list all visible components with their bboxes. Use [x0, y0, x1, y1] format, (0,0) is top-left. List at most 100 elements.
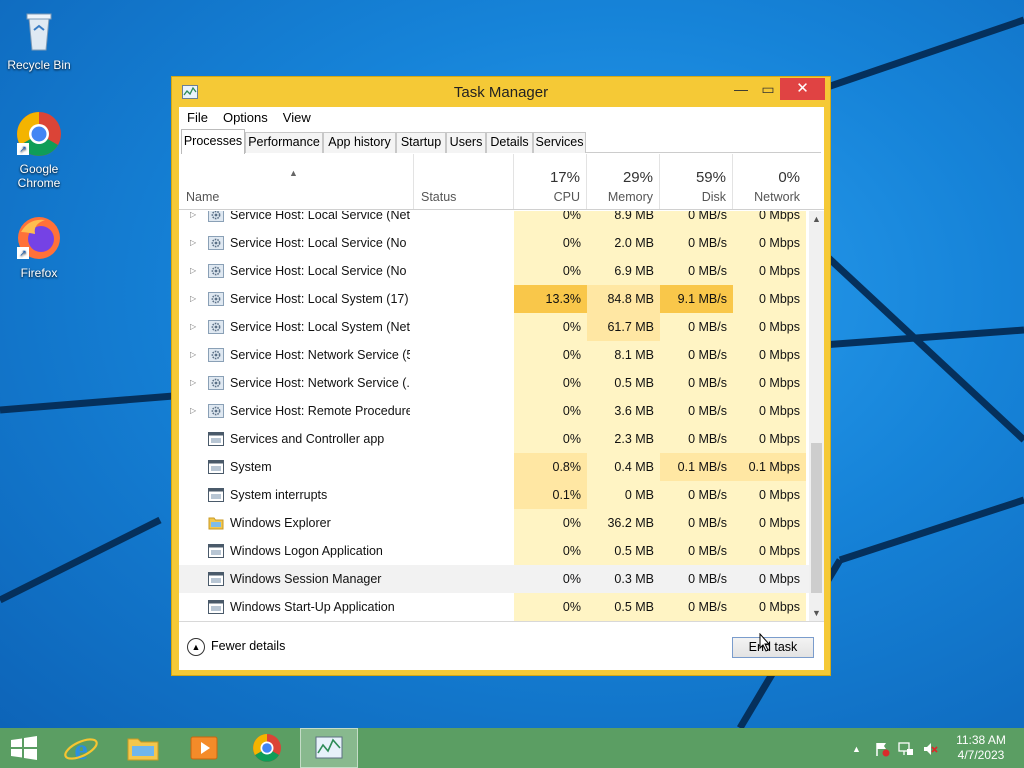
- process-cpu: 0%: [514, 397, 587, 425]
- network-icon[interactable]: [898, 741, 914, 757]
- fewer-details-button[interactable]: ▲ Fewer details: [187, 637, 285, 657]
- vertical-scrollbar[interactable]: ▲ ▼: [809, 211, 824, 621]
- process-network: 0 Mbps: [733, 211, 806, 229]
- tab-details[interactable]: Details: [486, 132, 533, 153]
- table-row[interactable]: System interrupts 0.1% 0 MB 0 MB/s 0 Mbps: [179, 481, 809, 509]
- process-disk: 0 MB/s: [688, 572, 727, 586]
- tab-app-history[interactable]: App history: [323, 132, 396, 153]
- process-memory: 36.2 MB: [587, 509, 660, 537]
- process-list: ▷ Service Host: Local Service (Net... 0% 8.…: [179, 211, 809, 621]
- process-disk: 0 MB/s: [660, 229, 733, 257]
- process-memory: 2.0 MB: [587, 229, 660, 257]
- process-cpu: 0%: [514, 369, 587, 397]
- table-row[interactable]: ▷ Service Host: Remote Procedure... 0% 3.6 …: [179, 397, 809, 425]
- task-manager-icon: [315, 736, 343, 759]
- process-memory: 0.5 MB: [587, 593, 660, 621]
- column-network[interactable]: 0% Network: [733, 154, 806, 209]
- column-name[interactable]: Name: [179, 154, 414, 209]
- table-row[interactable]: System 0.8% 0.4 MB 0.1 MB/s 0.1 Mbps: [179, 453, 809, 481]
- start-button[interactable]: [0, 728, 48, 768]
- action-center-flag-icon[interactable]: [874, 741, 890, 757]
- desktop-icon-firefox[interactable]: ↗ Firefox: [3, 214, 75, 280]
- gear-icon: [208, 404, 224, 418]
- desktop-icon-label: Recycle Bin: [7, 58, 71, 72]
- table-row[interactable]: Windows Explorer 0% 36.2 MB 0 MB/s 0 Mbps: [179, 509, 809, 537]
- clock-date: 4/7/2023: [957, 748, 1005, 762]
- svg-text:e: e: [74, 733, 87, 766]
- maximize-button[interactable]: ▭: [756, 78, 780, 100]
- firefox-icon: ↗: [15, 214, 63, 262]
- table-row[interactable]: ▷ Service Host: Local System (Net... 0% 61.…: [179, 313, 809, 341]
- taskbar-file-explorer[interactable]: [114, 728, 172, 768]
- tab-startup[interactable]: Startup: [396, 132, 446, 153]
- show-hidden-icons-button[interactable]: ▲: [852, 741, 861, 755]
- app-window-icon: [208, 488, 224, 502]
- tab-users[interactable]: Users: [446, 132, 486, 153]
- close-button[interactable]: ✕: [780, 78, 825, 100]
- expand-arrow-icon[interactable]: ▷: [190, 211, 196, 229]
- scrollbar-thumb[interactable]: [811, 443, 822, 593]
- taskbar-task-manager[interactable]: [300, 728, 358, 768]
- expand-arrow-icon[interactable]: ▷: [190, 257, 196, 285]
- footer-bar: ▲ Fewer details End task: [179, 621, 824, 670]
- expand-arrow-icon[interactable]: ▷: [190, 341, 196, 369]
- taskbar-internet-explorer[interactable]: e: [52, 728, 110, 768]
- column-memory[interactable]: 29% Memory: [587, 154, 660, 209]
- scroll-down-arrow-icon[interactable]: ▼: [809, 605, 824, 621]
- desktop-icon-google-chrome[interactable]: ↗ Google Chrome: [3, 110, 75, 190]
- column-headers: ▲ Name Status 17% CPU 29% Memory 59% Dis…: [179, 154, 824, 210]
- column-status[interactable]: Status: [414, 154, 514, 209]
- tab-processes[interactable]: Processes: [181, 129, 245, 154]
- tab-performance[interactable]: Performance: [245, 132, 323, 153]
- chevron-up-icon: ▲: [852, 744, 861, 754]
- table-row[interactable]: ▷ Service Host: Network Service (5) 0% 8.1 …: [179, 341, 809, 369]
- expand-arrow-icon[interactable]: ▷: [190, 313, 196, 341]
- table-row[interactable]: Services and Controller app 0% 2.3 MB 0 MB/…: [179, 425, 809, 453]
- file-explorer-icon: [127, 738, 159, 761]
- process-cpu: 0%: [514, 341, 587, 369]
- taskbar-media-player[interactable]: [176, 728, 234, 768]
- expand-arrow-icon[interactable]: ▷: [190, 369, 196, 397]
- volume-muted-icon[interactable]: [922, 741, 938, 757]
- column-disk[interactable]: 59% Disk: [660, 154, 733, 209]
- process-name: Windows Explorer: [230, 516, 331, 530]
- expand-arrow-icon[interactable]: ▷: [190, 229, 196, 257]
- process-cpu: 0%: [514, 537, 587, 565]
- menu-file[interactable]: File: [179, 107, 215, 125]
- table-row[interactable]: ▷ Service Host: Local System (17) 13.3% 84.…: [179, 285, 809, 313]
- title-bar[interactable]: Task Manager — ▭ ✕: [172, 77, 830, 107]
- minimize-button[interactable]: —: [727, 78, 755, 100]
- menu-options[interactable]: Options: [215, 107, 275, 125]
- clock-time: 11:38 AM: [956, 733, 1006, 747]
- process-memory: 6.9 MB: [587, 257, 660, 285]
- tab-services[interactable]: Services: [533, 132, 586, 153]
- process-name: Service Host: Local System (17): [230, 292, 409, 306]
- table-row[interactable]: Windows Session Manager 0% 0.3 MB 0 MB/s 0 M…: [179, 565, 809, 593]
- end-task-button[interactable]: End task: [732, 637, 814, 658]
- table-row[interactable]: ▷ Service Host: Local Service (No ... 0% 6.…: [179, 257, 809, 285]
- desktop-icon-recycle-bin[interactable]: Recycle Bin: [3, 6, 75, 72]
- process-name: System: [230, 460, 272, 474]
- scroll-up-arrow-icon[interactable]: ▲: [809, 211, 824, 227]
- column-cpu[interactable]: 17% CPU: [514, 154, 587, 209]
- table-row[interactable]: Windows Logon Application 0% 0.5 MB 0 MB/s 0…: [179, 537, 809, 565]
- process-disk: 0 MB/s: [660, 369, 733, 397]
- process-memory: 84.8 MB: [587, 285, 660, 313]
- table-row[interactable]: ▷ Service Host: Local Service (Net... 0% 8.…: [179, 211, 809, 229]
- table-row[interactable]: ▷ Service Host: Local Service (No l... 0% 2…: [179, 229, 809, 257]
- process-cpu: 0%: [514, 257, 587, 285]
- process-disk: 0 MB/s: [660, 257, 733, 285]
- app-window-icon: [208, 460, 224, 474]
- process-name: Windows Session Manager: [230, 572, 382, 586]
- process-disk: 0 MB/s: [660, 341, 733, 369]
- expand-arrow-icon[interactable]: ▷: [190, 285, 196, 313]
- gear-icon: [208, 292, 224, 306]
- desktop-icon-label: Google Chrome: [17, 162, 61, 190]
- table-row[interactable]: ▷ Service Host: Network Service (... 0% 0.5…: [179, 369, 809, 397]
- expand-arrow-icon[interactable]: ▷: [190, 397, 196, 425]
- taskbar-chrome[interactable]: [238, 728, 296, 768]
- fewer-details-label: Fewer details: [211, 639, 286, 653]
- menu-view[interactable]: View: [275, 107, 318, 125]
- table-row[interactable]: Windows Start-Up Application 0% 0.5 MB 0 MB…: [179, 593, 809, 621]
- taskbar-clock[interactable]: 11:38 AM 4/7/2023: [945, 733, 1017, 763]
